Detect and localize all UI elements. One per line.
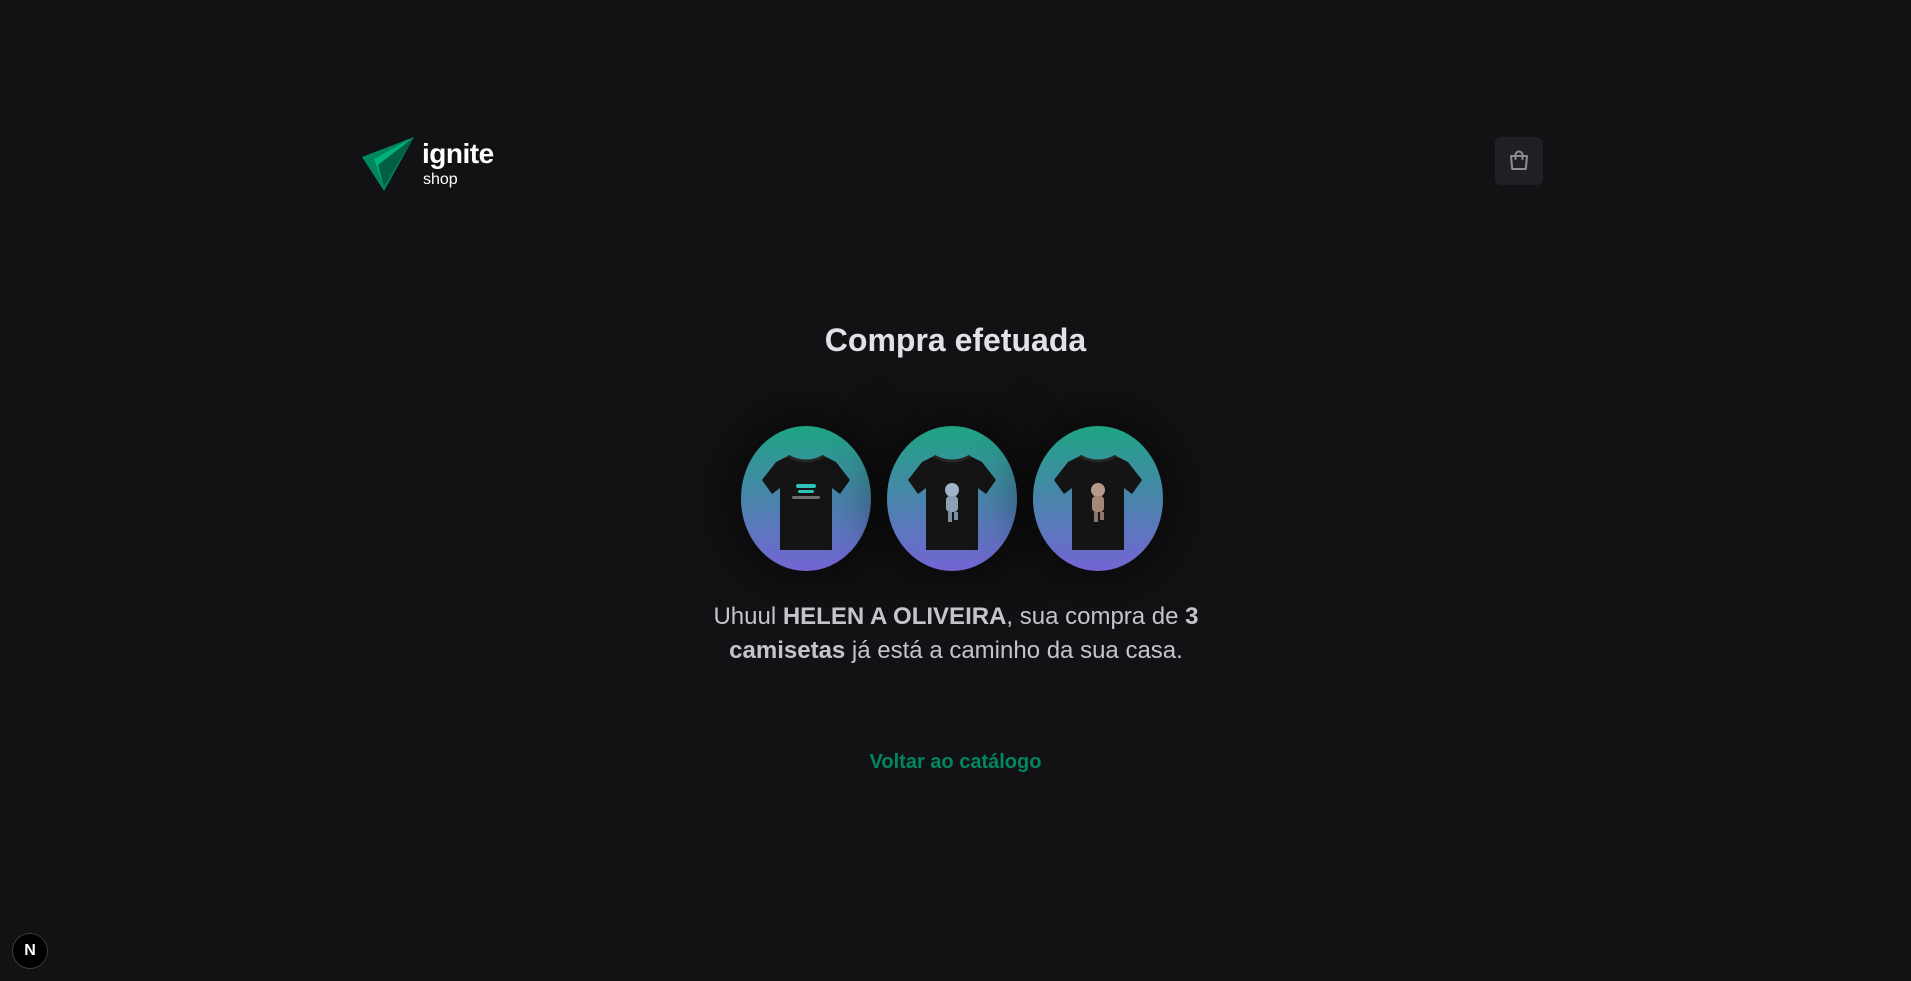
logo-subtitle: shop bbox=[423, 171, 458, 188]
tshirt-icon bbox=[762, 454, 850, 550]
product-image bbox=[741, 426, 871, 571]
header: ignite shop bbox=[362, 137, 1543, 191]
page-title: Compra efetuada bbox=[824, 322, 1087, 358]
dev-tools-badge[interactable]: N bbox=[12, 933, 48, 969]
tshirt-icon bbox=[908, 454, 996, 550]
shopping-bag-icon bbox=[1510, 150, 1528, 170]
success-message: Uhuul HELEN A OLIVEIRA, sua compra de 3 … bbox=[713, 603, 1199, 664]
customer-name: HELEN A OLIVEIRA bbox=[782, 603, 1007, 630]
paper-plane-logo-icon bbox=[362, 137, 414, 191]
cart-button[interactable] bbox=[1495, 137, 1543, 185]
product-image bbox=[1033, 426, 1163, 571]
logo[interactable]: ignite shop bbox=[362, 137, 494, 191]
product-image bbox=[887, 426, 1017, 571]
logo-title: ignite bbox=[422, 138, 494, 169]
success-page: ignite shop Compra efetuada Uhuul HELEN … bbox=[0, 0, 1911, 981]
purchased-items bbox=[741, 426, 1163, 571]
back-to-catalog-link[interactable]: Voltar ao catálogo bbox=[0, 751, 1911, 774]
tshirt-icon bbox=[1054, 454, 1142, 550]
